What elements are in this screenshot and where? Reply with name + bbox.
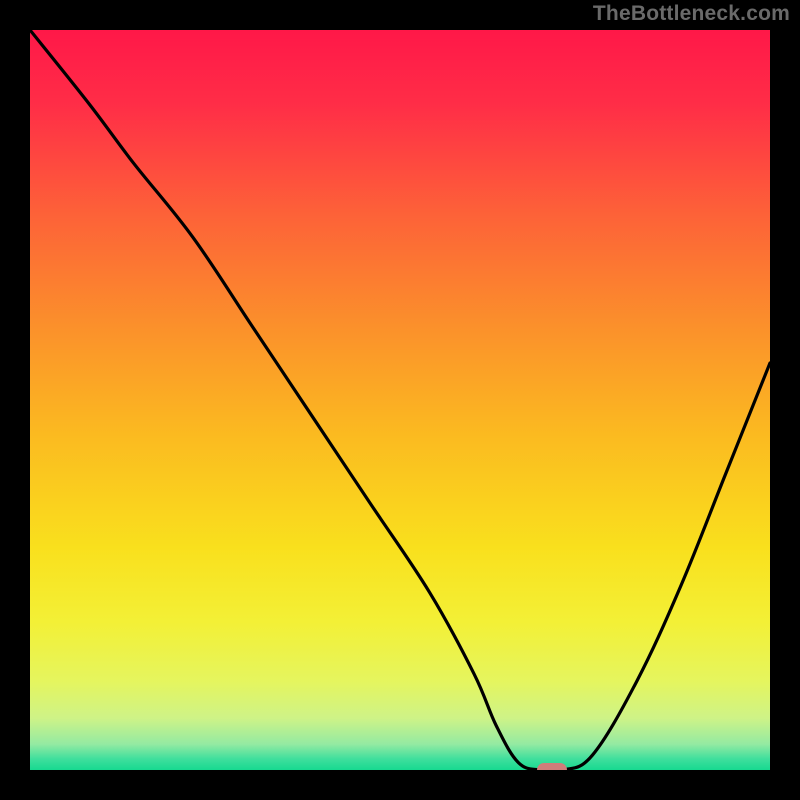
optimal-point-marker — [537, 763, 567, 770]
plot-area — [30, 30, 770, 770]
chart-frame: TheBottleneck.com — [0, 0, 800, 800]
background-gradient — [30, 30, 770, 770]
watermark-text: TheBottleneck.com — [593, 2, 790, 26]
